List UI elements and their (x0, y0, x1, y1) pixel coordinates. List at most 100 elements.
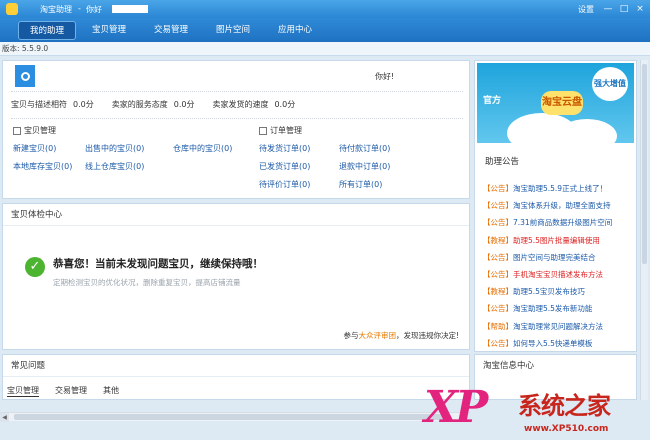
promo-banner[interactable]: 官方 淘宝云盘 强大增值 (477, 63, 634, 143)
link-warehouse-items[interactable]: 仓库中的宝贝(0) (173, 143, 232, 154)
faq-tab-trade[interactable]: 交易管理 (55, 385, 87, 397)
rating-label: 卖家发货的速度 (212, 100, 269, 109)
notice-tag: 【公告】 (483, 252, 513, 262)
notice-link[interactable]: 淘宝体系升级，助理全面支持 (513, 201, 611, 210)
user-greeting: 你好 (86, 5, 102, 14)
promo-prefix: 参与 (343, 331, 359, 340)
settings-menu-button[interactable]: 设置 (578, 4, 594, 15)
link-shipped-orders[interactable]: 已发货订单(0) (259, 161, 310, 172)
cloud-shape (557, 119, 617, 143)
link-unpaid-orders[interactable]: 待付款订单(0) (339, 143, 390, 154)
app-title: 淘宝助理 (40, 5, 72, 14)
rating-value: 0.0分 (73, 100, 94, 109)
notice-link[interactable]: 7.31前商品数据升级图片空间 (513, 218, 612, 227)
faq-tabs: 宝贝管理 交易管理 其他 (7, 385, 135, 397)
sidebar-notice-panel: 官方 淘宝云盘 强大增值 助理公告 【公告】淘宝助理5.5.9正式上线了！ 【公告… (474, 60, 637, 352)
overview-panel: 你好! 宝贝与描述相符 0.0分 卖家的服务态度 0.0分 卖家发货的速度 0.0分 … (2, 60, 470, 199)
notice-link[interactable]: 淘宝助理5.5.9正式上线了！ (513, 184, 607, 193)
notice-item[interactable]: 【教程】助理5.5图片批量编辑使用 (483, 235, 635, 252)
notice-tag: 【公告】 (483, 338, 513, 348)
rating-label: 宝贝与描述相符 (11, 100, 67, 109)
profile-greeting: 你好! (375, 72, 395, 81)
order-section-label: 订单管理 (270, 126, 302, 135)
faq-tab-items[interactable]: 宝贝管理 (7, 385, 39, 397)
health-subtext: 定期检测宝贝的优化状况，删除重复宝贝，提高店铺流量 (53, 278, 241, 287)
scroll-thumb[interactable] (14, 414, 450, 420)
link-online-warehouse[interactable]: 线上仓库宝贝(0) (85, 161, 144, 172)
notice-list: 【公告】淘宝助理5.5.9正式上线了！ 【公告】淘宝体系升级，助理全面支持 【公告】… (483, 183, 635, 355)
notice-item[interactable]: 【帮助】淘宝助理常见问题解决方法 (483, 321, 635, 338)
maximize-icon[interactable]: □ (618, 3, 630, 15)
notice-item[interactable]: 【公告】手机淘宝宝贝描述发布方法 (483, 269, 635, 286)
link-onsale-items[interactable]: 出售中的宝贝(0) (85, 143, 144, 154)
tab-trade-management[interactable]: 交易管理 (142, 21, 200, 40)
avatar[interactable] (15, 65, 35, 87)
tab-item-management[interactable]: 宝贝管理 (80, 21, 138, 40)
link-all-orders[interactable]: 所有订单(0) (339, 179, 382, 190)
notice-title: 助理公告 (485, 157, 520, 167)
notice-item[interactable]: 【公告】图片空间与助理完美结合 (483, 252, 635, 269)
public-review-link[interactable]: 大众评审团 (358, 331, 396, 340)
faq-tab-other[interactable]: 其他 (103, 385, 119, 397)
watermark-url: www.XP510.com (524, 424, 609, 434)
divider (11, 91, 463, 92)
notice-item[interactable]: 【教程】助理5.5宝贝发布技巧 (483, 286, 635, 303)
link-refund-orders[interactable]: 退款中订单(0) (339, 161, 390, 172)
notice-link[interactable]: 助理5.5图片批量编辑使用 (513, 236, 600, 245)
minimize-icon[interactable]: — (602, 3, 614, 15)
notice-tag: 【公告】 (483, 304, 513, 314)
notice-tag: 【公告】 (483, 218, 513, 228)
notice-item[interactable]: 【公告】7.31前商品数据升级图片空间 (483, 217, 635, 234)
faq-panel: 常见问题 宝贝管理 交易管理 其他 (2, 354, 470, 400)
link-to-ship-orders[interactable]: 待发货订单(0) (259, 143, 310, 154)
tab-image-space[interactable]: 图片空间 (204, 21, 262, 40)
notice-link[interactable]: 手机淘宝宝贝描述发布方法 (513, 270, 603, 279)
notice-tag: 【公告】 (483, 269, 513, 279)
banner-left-text: 官方 (483, 96, 502, 106)
item-section-label: 宝贝管理 (24, 126, 56, 135)
health-check-panel: 宝贝体检中心 ✓ 恭喜您！当前未发现问题宝贝，继续保持哦！ 定期检测宝贝的优化状… (2, 203, 470, 350)
window-controls: 设置 — □ × (578, 0, 650, 18)
notice-item[interactable]: 【公告】如何导入5.5快递单模板 (483, 338, 635, 355)
notice-tag: 【公告】 (483, 201, 513, 211)
banner-center-text: 淘宝云盘 (541, 91, 583, 115)
rating-label: 卖家的服务态度 (111, 100, 168, 109)
order-section-title: 订单管理 (259, 125, 302, 136)
watermark-brand: 系统之家 (518, 392, 611, 420)
link-local-stock[interactable]: 本地库存宝贝(0) (13, 161, 72, 172)
link-new-item[interactable]: 新建宝贝(0) (13, 143, 56, 154)
notice-tag: 【教程】 (483, 235, 513, 245)
notice-link[interactable]: 图片空间与助理完美结合 (513, 253, 596, 262)
horizontal-scrollbar[interactable]: ◀ ▶ (0, 412, 470, 422)
scroll-thumb[interactable] (642, 64, 647, 264)
rating-item: 卖家的服务态度 0.0分 (112, 99, 195, 110)
notice-link[interactable]: 淘宝助理5.5发布新功能 (513, 304, 592, 313)
order-icon (259, 126, 267, 135)
rating-value: 0.0分 (274, 100, 296, 109)
main-nav: 我的助理 宝贝管理 交易管理 图片空间 应用中心 (0, 18, 650, 42)
tab-app-center[interactable]: 应用中心 (266, 21, 324, 40)
notice-link[interactable]: 助理5.5宝贝发布技巧 (513, 287, 585, 296)
scroll-left-icon[interactable]: ◀ (0, 413, 9, 422)
vertical-scrollbar[interactable] (640, 60, 648, 400)
notice-link[interactable]: 如何导入5.5快递单模板 (513, 339, 592, 348)
health-headline: 恭喜您！当前未发现问题宝贝，继续保持哦！ (53, 258, 263, 270)
notice-item[interactable]: 【公告】淘宝助理5.5发布新功能 (483, 303, 635, 320)
title-bar: 淘宝助理 - 你好 设置 — □ × (0, 0, 650, 18)
rating-item: 宝贝与描述相符 0.0分 (11, 99, 94, 110)
close-icon[interactable]: × (634, 3, 646, 15)
username-redacted (112, 5, 148, 13)
notice-tag: 【教程】 (483, 287, 513, 297)
item-section-title: 宝贝管理 (13, 125, 56, 136)
divider (11, 118, 463, 119)
link-to-review-orders[interactable]: 待评价订单(0) (259, 179, 310, 190)
shop-ratings: 宝贝与描述相符 0.0分 卖家的服务态度 0.0分 卖家发货的速度 0.0分 (11, 99, 471, 110)
notice-tag: 【公告】 (483, 184, 513, 193)
version-label: 版本: 5.5.9.0 (0, 42, 650, 56)
tab-my-assistant[interactable]: 我的助理 (18, 21, 76, 40)
item-icon (13, 126, 21, 135)
notice-item[interactable]: 【公告】淘宝体系升级，助理全面支持 (483, 200, 635, 217)
notice-item[interactable]: 【公告】淘宝助理5.5.9正式上线了！ (483, 183, 635, 200)
notice-link[interactable]: 淘宝助理常见问题解决方法 (513, 322, 603, 331)
watermark-logo: XP 系统之家 www.XP510.com (424, 382, 650, 440)
